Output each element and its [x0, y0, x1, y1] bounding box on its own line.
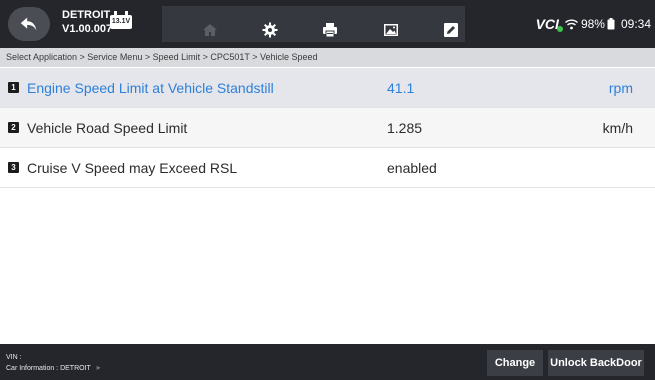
- voltage-label: 13.1V: [110, 15, 132, 29]
- parameter-name: Vehicle Road Speed Limit: [27, 120, 188, 136]
- parameter-unit: km/h: [602, 120, 633, 136]
- wifi-icon: [564, 19, 578, 29]
- parameter-value: 1.285: [387, 120, 423, 136]
- caret-right-icon: ▸: [96, 363, 101, 372]
- screenshot-button[interactable]: [373, 12, 409, 48]
- vci-connected-dot: [556, 26, 563, 32]
- row-number-badge: 3: [8, 162, 19, 173]
- parameter-value: enabled: [387, 160, 437, 176]
- app-version: V1.00.007: [62, 23, 113, 35]
- vci-label: VCI: [535, 16, 559, 32]
- vci-indicator: VCI: [535, 16, 563, 32]
- battery-percent: 98%: [580, 17, 605, 31]
- row-number-badge: 1: [8, 82, 19, 93]
- row-number-badge: 2: [8, 122, 19, 133]
- gear-icon: [262, 22, 278, 38]
- parameter-name: Engine Speed Limit at Vehicle Standstill: [27, 80, 274, 96]
- printer-icon: [323, 23, 337, 38]
- vehicle-battery-icon: 13.1V: [110, 11, 132, 33]
- battery-icon: [607, 18, 615, 30]
- vehicle-info: VIN : Car Information : DETROIT ▸: [6, 353, 101, 374]
- image-icon: [384, 24, 398, 36]
- home-icon: [203, 24, 217, 36]
- top-bar: DETROIT V1.00.007 13.1V VCI 98% 09:34: [0, 0, 655, 48]
- car-information: Car Information : DETROIT: [6, 365, 91, 372]
- table-row[interactable]: 3 Cruise V Speed may Exceed RSL enabled: [0, 148, 655, 188]
- bottom-bar: VIN : Car Information : DETROIT ▸ Change…: [0, 344, 655, 380]
- home-button[interactable]: [192, 12, 228, 48]
- clock: 09:34: [620, 17, 651, 31]
- edit-icon: [444, 23, 458, 37]
- change-button[interactable]: Change: [487, 350, 543, 376]
- parameter-unit: rpm: [608, 80, 633, 96]
- back-arrow-icon: [20, 17, 37, 31]
- settings-button[interactable]: [252, 12, 288, 48]
- parameter-value: 41.1: [387, 80, 415, 96]
- edit-button[interactable]: [433, 12, 469, 48]
- print-button[interactable]: [312, 12, 348, 48]
- table-row[interactable]: 2 Vehicle Road Speed Limit 1.285 km/h: [0, 108, 655, 148]
- status-area: VCI 98% 09:34: [536, 16, 651, 32]
- app-brand: DETROIT V1.00.007: [62, 8, 112, 36]
- unlock-backdoor-button[interactable]: Unlock BackDoor: [548, 350, 644, 376]
- table-row[interactable]: 1 Engine Speed Limit at Vehicle Standsti…: [0, 68, 655, 108]
- brand-name: DETROIT: [62, 9, 111, 21]
- back-button[interactable]: [8, 7, 50, 41]
- vin-label: VIN :: [6, 354, 22, 361]
- parameter-name: Cruise V Speed may Exceed RSL: [27, 160, 238, 176]
- breadcrumb: Select Application > Service Menu > Spee…: [0, 48, 655, 67]
